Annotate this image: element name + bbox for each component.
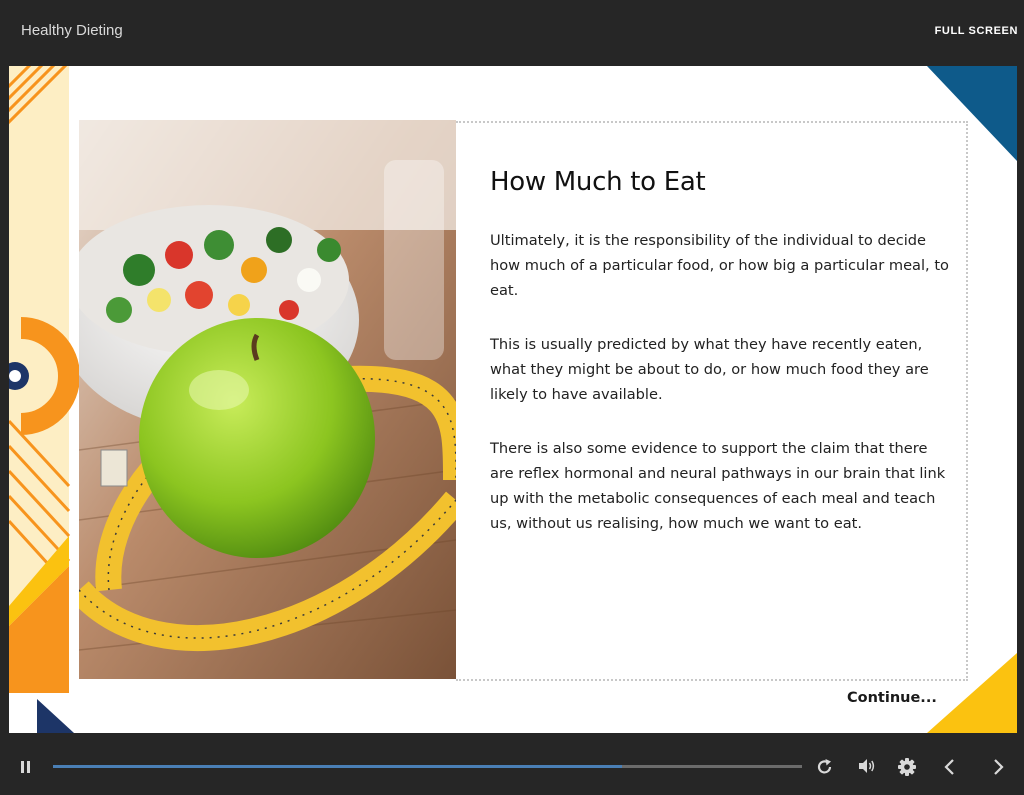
next-icon[interactable] [990,758,1006,776]
slide-canvas: How Much to Eat Ultimately, it is the re… [9,66,1017,733]
progress-bar[interactable] [53,765,802,768]
volume-icon[interactable] [857,757,877,775]
progress-fill [53,765,623,768]
fullscreen-button[interactable]: FULL SCREEN [935,25,1018,37]
paragraph-2: This is usually predicted by what they h… [490,336,929,403]
previous-icon[interactable] [942,758,958,776]
pause-icon[interactable] [19,759,33,775]
settings-icon[interactable] [897,757,917,777]
paragraph-3: There is also some evidence to support t… [490,440,946,532]
course-title: Healthy Dieting [21,22,123,39]
left-decoration [9,66,79,733]
slide-heading: How Much to Eat [490,167,706,197]
apple-measuring-tape-image [79,120,456,679]
continue-button[interactable]: Continue... [847,690,937,706]
content-panel: How Much to Eat Ultimately, it is the re… [456,121,968,681]
top-bar: Healthy Dieting FULL SCREEN [0,0,1024,66]
paragraph-1: Ultimately, it is the responsibility of … [490,232,949,299]
player-controls [0,733,1024,795]
replay-icon[interactable] [816,758,834,776]
